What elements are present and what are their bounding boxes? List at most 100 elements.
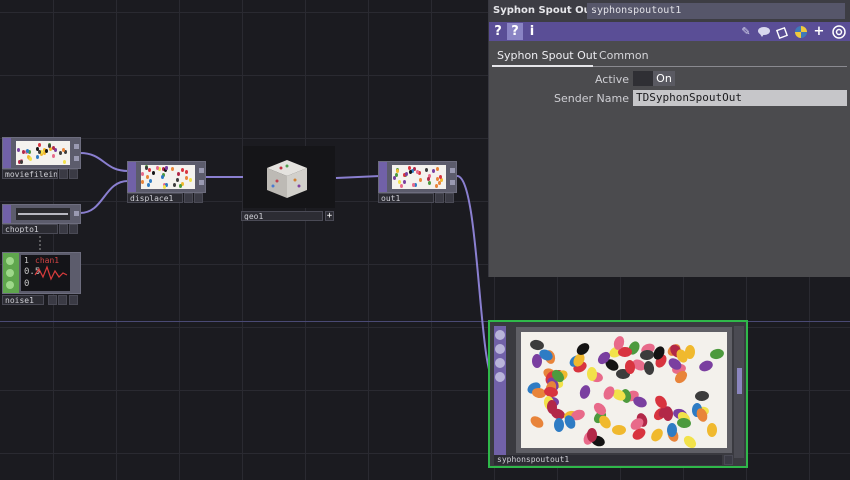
geo-viewer[interactable] [243, 146, 335, 208]
jellybean [546, 399, 558, 414]
jellybean [709, 348, 726, 361]
operator-name-field[interactable]: syphonspoutout1 [587, 3, 845, 19]
thumbnail-dot [19, 159, 23, 164]
node-viewer-button[interactable] [59, 224, 68, 234]
node-bypass-button[interactable] [69, 169, 78, 179]
top-type-strip [3, 205, 11, 223]
node-bypass-button[interactable] [58, 295, 67, 305]
node-flag[interactable] [450, 180, 455, 185]
node-name-label[interactable]: geo1 [241, 211, 323, 221]
node-flag[interactable] [737, 368, 742, 394]
clone-icon[interactable] [775, 23, 790, 40]
node-name-label[interactable]: displace1 [127, 193, 183, 203]
node-flag[interactable] [74, 144, 79, 149]
jellybean [612, 424, 627, 435]
thumbnail-dot [176, 171, 180, 176]
thumbnail-dot [408, 169, 412, 174]
node-flag[interactable] [450, 168, 455, 173]
jellybean [631, 394, 649, 410]
add-icon[interactable]: + [325, 211, 334, 221]
node-flag[interactable] [74, 156, 79, 161]
node-viewer-button[interactable] [184, 193, 193, 203]
thumbnail-dot [393, 175, 397, 180]
thumbnail-dot [171, 166, 175, 171]
edit-icon[interactable] [495, 344, 505, 354]
node-flag[interactable] [199, 180, 204, 185]
target-icon[interactable] [831, 23, 847, 40]
node-bypass-button[interactable] [724, 455, 733, 465]
node-bypass-button[interactable] [69, 224, 78, 234]
active-toggle-value: On [653, 71, 675, 86]
out-body[interactable] [378, 161, 457, 193]
noise-body[interactable]: 1 chan1 0.5 0 [2, 252, 81, 294]
settings-icon[interactable] [6, 257, 14, 265]
active-toggle[interactable]: On [633, 71, 675, 86]
top-type-strip [379, 162, 387, 192]
node-name-label[interactable]: chopto1 [2, 224, 58, 234]
top-type-strip [494, 326, 506, 456]
node-viewer-button[interactable] [48, 295, 57, 305]
displace-body[interactable] [127, 161, 206, 193]
thumbnail-dot [437, 181, 441, 186]
thumbnail-dot [146, 183, 150, 188]
wire-moviefilein-to-displace [79, 152, 129, 172]
param-label-active: Active [594, 73, 629, 86]
thumbnail-dot [155, 165, 159, 170]
jellybean [676, 417, 691, 429]
add-icon[interactable]: + [812, 23, 826, 40]
noise-viewer: 1 chan1 0.5 0 [21, 255, 70, 291]
comment-icon[interactable] [757, 23, 771, 40]
thumbnail-dot [45, 149, 49, 154]
jellybean [601, 384, 617, 402]
python-help-icon[interactable]: ? [507, 23, 523, 40]
node-flag[interactable] [74, 211, 79, 216]
thumbnail-dot [405, 172, 409, 177]
thumbnail-dot [432, 168, 436, 173]
node-viewer-button[interactable] [59, 169, 68, 179]
jellybean-thumbnail [141, 165, 195, 189]
viewer-icon[interactable] [6, 281, 14, 289]
thumbnail-dot [181, 168, 185, 173]
python-icon[interactable] [794, 23, 808, 40]
param-label-sender-name: Sender Name [554, 92, 629, 105]
thumbnail-dot [63, 159, 67, 164]
thumbnail-dot [52, 154, 56, 159]
thumbnail-dot [424, 168, 428, 173]
chopto-waveform [18, 213, 68, 215]
chopto-body[interactable] [2, 204, 81, 224]
tab-common[interactable]: Common [599, 49, 649, 62]
jellybeans-image [521, 332, 727, 448]
syphon-viewer-frame[interactable] [516, 327, 732, 453]
jellybean [578, 383, 592, 401]
thumbnail-dot [36, 154, 40, 159]
thumbnail-dot [47, 143, 51, 148]
noise-waveform [34, 265, 68, 281]
node-bypass-button[interactable] [194, 193, 203, 203]
cook-icon[interactable] [495, 372, 505, 382]
viewer-icon[interactable] [495, 358, 505, 368]
panel-titlebar: Syphon Spout Out syphonspoutout1 [489, 0, 850, 22]
jellybean [596, 413, 614, 431]
node-name-label[interactable]: moviefilein1 [2, 169, 58, 179]
moviefilein-body[interactable] [2, 137, 81, 169]
node-bypass-button[interactable] [445, 193, 454, 203]
jellybean [553, 417, 564, 432]
settings-icon[interactable] [495, 330, 505, 340]
edit-icon[interactable] [6, 269, 14, 277]
help-icon[interactable]: ? [492, 23, 504, 40]
node-viewer-button[interactable] [435, 193, 444, 203]
edit-icon[interactable]: ✎ [739, 23, 753, 40]
thumbnail-dot [173, 182, 177, 187]
node-name-label[interactable]: syphonspoutout1 [494, 455, 722, 465]
node-name-label[interactable]: out1 [378, 193, 434, 203]
node-flag[interactable] [199, 168, 204, 173]
sender-name-field[interactable]: TDSyphonSpoutOut [633, 90, 847, 106]
moviefilein-viewer [16, 141, 70, 165]
info-icon[interactable]: i [527, 23, 537, 40]
node-name-label[interactable]: noise1 [2, 295, 44, 305]
jellybean-thumbnail [392, 165, 446, 189]
node-lock-button[interactable] [69, 295, 78, 305]
thumbnail-dot [428, 180, 432, 185]
tab-syphon-spout-out[interactable]: Syphon Spout Out [497, 49, 597, 62]
node-syphonspoutout[interactable]: syphonspoutout1 [488, 320, 748, 468]
